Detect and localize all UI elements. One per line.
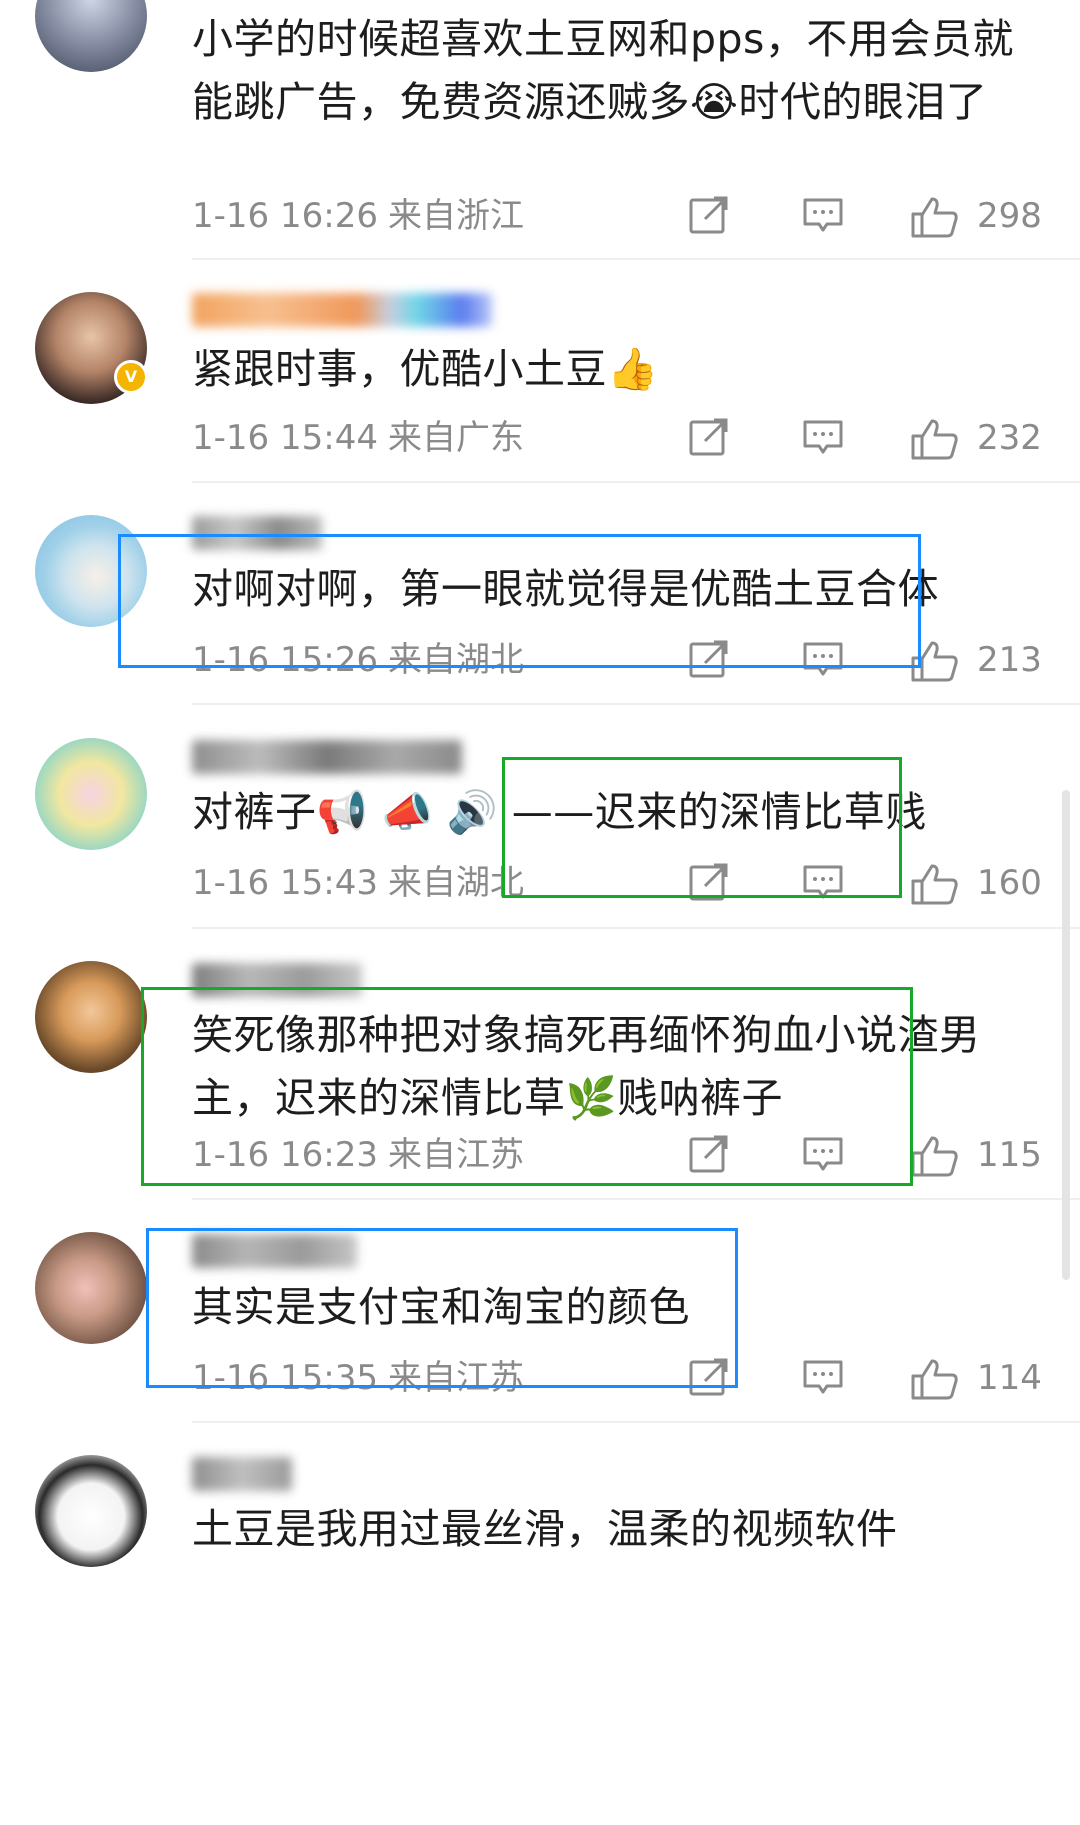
highlight-box-blue (118, 534, 921, 668)
avatar[interactable] (35, 961, 147, 1073)
username[interactable] (192, 1457, 292, 1491)
username[interactable] (192, 740, 462, 774)
highlight-box-green (141, 987, 913, 1186)
comment-text: 土豆是我用过最丝滑，温柔的视频软件 (192, 1505, 898, 1553)
avatar[interactable] (35, 738, 147, 850)
divider (192, 481, 1080, 483)
username[interactable] (192, 293, 492, 327)
thumbs-up-icon[interactable] (910, 1135, 960, 1177)
comment-icon[interactable] (802, 418, 844, 458)
thumbs-up-icon[interactable] (910, 418, 960, 460)
comment-time: 1-16 15:44 (192, 418, 378, 458)
comment-meta: 1-16 15:44 来自广东 232 (192, 416, 1052, 460)
comment-text: 小学的时候超喜欢土豆网和pps，不用会员就能跳广告，免费资源还贼多😭时代的眼泪了 (192, 15, 1014, 126)
comment-icon[interactable] (802, 196, 844, 236)
comment-time: 1-16 16:26 (192, 196, 378, 236)
comment-location: 来自浙江 (388, 196, 524, 236)
comment-icon[interactable] (802, 1358, 844, 1398)
avatar[interactable] (35, 0, 147, 72)
like-count: 115 (977, 1135, 1042, 1175)
highlight-box-green (502, 757, 902, 898)
scrollbar[interactable] (1062, 790, 1070, 1280)
divider (192, 1421, 1080, 1423)
comment-feed: 小学的时候超喜欢土豆网和pps，不用会员就能跳广告，免费资源还贼多😭时代的眼泪了… (0, 0, 1080, 1825)
comment-location: 来自广东 (388, 418, 524, 458)
like-count: 160 (977, 863, 1042, 903)
like-count: 213 (977, 640, 1042, 680)
like-count: 232 (977, 418, 1042, 458)
avatar[interactable] (35, 1232, 147, 1344)
share-icon[interactable] (688, 418, 730, 458)
highlight-box-blue (146, 1228, 738, 1388)
divider (192, 927, 1080, 929)
thumbs-up-icon[interactable] (910, 196, 960, 238)
like-count: 114 (977, 1358, 1042, 1398)
divider (192, 258, 1080, 260)
comment-time: 1-16 15:43 (192, 863, 378, 903)
verified-badge-icon: V (114, 360, 148, 394)
comment-text: 紧跟时事，优酷小土豆👍 (192, 345, 659, 393)
thumbs-up-icon[interactable] (910, 1358, 960, 1400)
divider (192, 1198, 1080, 1200)
divider (192, 703, 1080, 705)
comment-meta: 1-16 16:26 来自浙江 298 (192, 194, 1052, 238)
thumbs-up-icon[interactable] (910, 863, 960, 905)
avatar[interactable] (35, 1455, 147, 1567)
like-count: 298 (977, 196, 1042, 236)
share-icon[interactable] (688, 196, 730, 236)
